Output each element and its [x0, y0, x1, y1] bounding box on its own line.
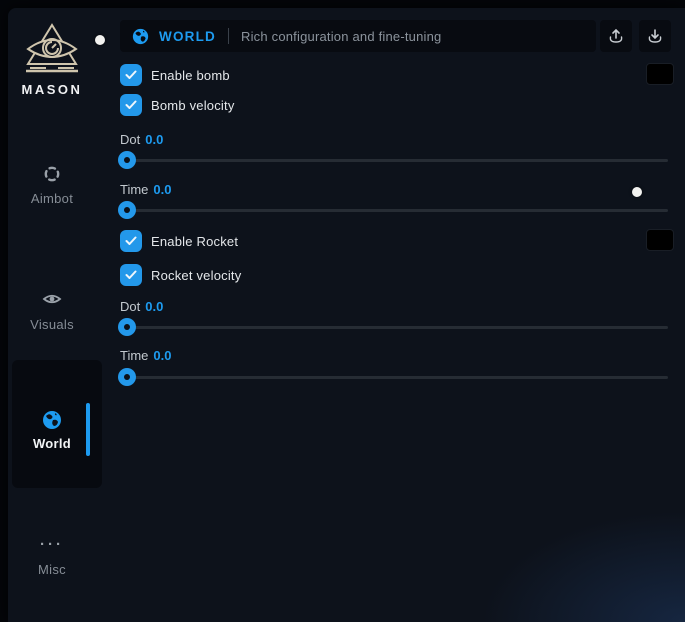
menu-window: MASON Aimbot Visuals [8, 8, 685, 622]
cursor-dot [95, 35, 105, 45]
upload-config-button[interactable] [600, 20, 632, 52]
slider-knob[interactable] [118, 368, 136, 386]
check-icon [125, 70, 137, 80]
slider-knob[interactable] [118, 201, 136, 219]
sidebar: MASON Aimbot Visuals [8, 8, 112, 622]
slider-track [120, 326, 668, 329]
enable-rocket-row: Enable Rocket [120, 230, 238, 252]
globe-icon [132, 28, 149, 45]
header-divider [228, 28, 229, 44]
page-header: WORLD Rich configuration and fine-tuning [120, 20, 596, 52]
checkbox-label: Enable Rocket [151, 234, 238, 249]
bomb-velocity-row: Bomb velocity [120, 94, 235, 116]
sidebar-item-label: Visuals [8, 317, 96, 332]
check-icon [125, 236, 137, 246]
sidebar-item-aimbot[interactable]: Aimbot [8, 165, 96, 206]
sidebar-item-world[interactable]: World [8, 410, 96, 451]
brand-logo: MASON [8, 22, 96, 97]
slider-track [120, 376, 668, 379]
enable-bomb-checkbox[interactable] [120, 64, 142, 86]
bomb-velocity-checkbox[interactable] [120, 94, 142, 116]
slider-value: 0.0 [145, 132, 163, 147]
enable-rocket-checkbox[interactable] [120, 230, 142, 252]
ellipsis-icon: ··· [8, 536, 96, 554]
rocket-dot-slider[interactable] [120, 318, 668, 336]
checkbox-label: Enable bomb [151, 68, 230, 83]
enable-bomb-row: Enable bomb [120, 64, 230, 86]
sidebar-item-label: Aimbot [8, 191, 96, 206]
slider-track [120, 209, 668, 212]
slider-track [120, 159, 668, 162]
rocket-time-slider-label: Time0.0 [120, 348, 171, 363]
rocket-velocity-checkbox[interactable] [120, 264, 142, 286]
rocket-color-swatch[interactable] [646, 229, 674, 251]
mason-eye-triangle-icon [8, 22, 96, 78]
bomb-time-slider[interactable] [120, 201, 668, 219]
crosshair-icon [8, 165, 96, 183]
sidebar-item-visuals[interactable]: Visuals [8, 291, 96, 332]
checkbox-label: Rocket velocity [151, 268, 241, 283]
rocket-dot-slider-label: Dot0.0 [120, 299, 163, 314]
cursor-dot [632, 187, 642, 197]
slider-value: 0.0 [153, 348, 171, 363]
bomb-color-swatch[interactable] [646, 63, 674, 85]
upload-icon [608, 28, 624, 44]
slider-value: 0.0 [153, 182, 171, 197]
eye-icon [8, 291, 96, 309]
checkbox-label: Bomb velocity [151, 98, 235, 113]
check-icon [125, 100, 137, 110]
sidebar-item-label: World [8, 436, 96, 451]
check-icon [125, 270, 137, 280]
bomb-dot-slider[interactable] [120, 151, 668, 169]
sidebar-item-label: Misc [8, 562, 96, 577]
download-icon [647, 28, 663, 44]
slider-knob[interactable] [118, 151, 136, 169]
page-title: WORLD [159, 29, 216, 44]
bomb-time-slider-label: Time0.0 [120, 182, 171, 197]
bomb-dot-slider-label: Dot0.0 [120, 132, 163, 147]
rocket-time-slider[interactable] [120, 368, 668, 386]
download-config-button[interactable] [639, 20, 671, 52]
page-subtitle: Rich configuration and fine-tuning [241, 29, 441, 44]
globe-icon [8, 410, 96, 428]
sidebar-item-misc[interactable]: ··· Misc [8, 536, 96, 577]
slider-knob[interactable] [118, 318, 136, 336]
slider-value: 0.0 [145, 299, 163, 314]
rocket-velocity-row: Rocket velocity [120, 264, 241, 286]
brand-name: MASON [8, 82, 96, 97]
